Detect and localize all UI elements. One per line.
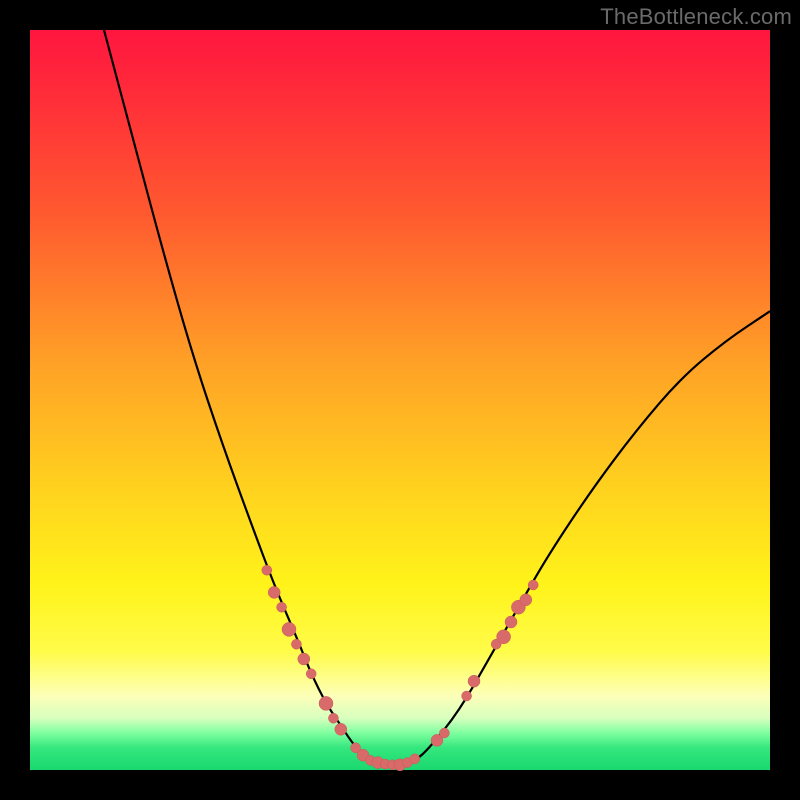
marker-dot [282, 622, 296, 636]
marker-dot [319, 696, 333, 710]
bottleneck-curve [104, 30, 770, 765]
marker-dot [298, 653, 310, 665]
marker-dot [268, 586, 280, 598]
marker-dot [468, 675, 480, 687]
marker-dot [462, 691, 472, 701]
plot-area [30, 30, 770, 770]
marker-dot [262, 565, 272, 575]
marker-dot [410, 754, 420, 764]
marker-dot [520, 594, 532, 606]
marker-dot [335, 723, 347, 735]
marker-dot [505, 616, 517, 628]
marker-dots [262, 565, 538, 771]
marker-dot [306, 669, 316, 679]
watermark-text: TheBottleneck.com [600, 4, 792, 30]
marker-dot [497, 630, 511, 644]
chart-frame: TheBottleneck.com [0, 0, 800, 800]
marker-dot [277, 602, 287, 612]
marker-dot [291, 639, 301, 649]
plot-svg [30, 30, 770, 770]
marker-dot [439, 728, 449, 738]
marker-dot [328, 713, 338, 723]
marker-dot [528, 580, 538, 590]
